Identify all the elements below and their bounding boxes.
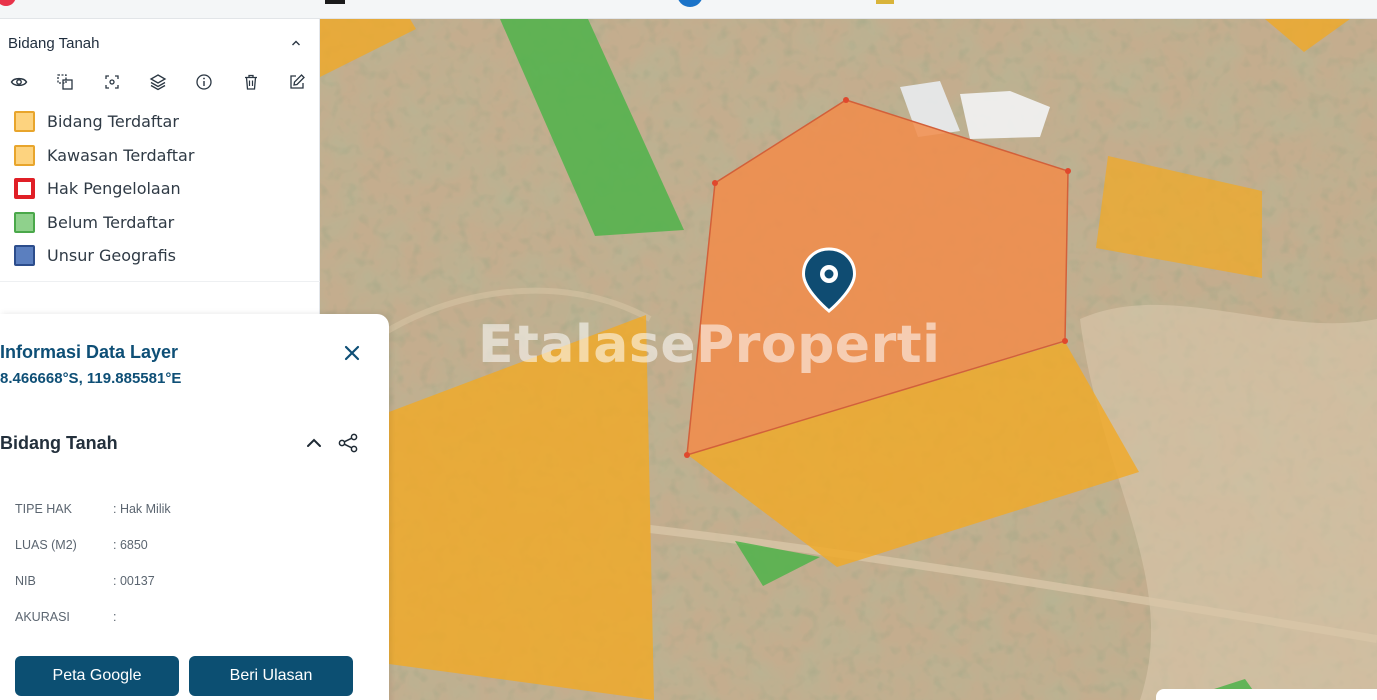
trash-icon[interactable]	[240, 71, 262, 93]
share-icon[interactable]	[337, 432, 359, 454]
legend-item-bidang-terdaftar[interactable]: Bidang Terdaftar	[14, 105, 304, 139]
legend-label: Hak Pengelolaan	[47, 179, 181, 199]
attribute-key: AKURASI	[15, 610, 70, 624]
chevron-up-icon[interactable]	[290, 37, 302, 49]
app-logo-icon[interactable]	[0, 0, 16, 6]
info-icon[interactable]	[193, 71, 215, 93]
legend-label: Kawasan Terdaftar	[47, 145, 195, 165]
layer-toolbar	[8, 71, 308, 95]
layer-panel-title: Bidang Tanah	[8, 35, 100, 52]
legend-label: Unsur Geografis	[47, 246, 176, 266]
close-icon[interactable]	[341, 342, 363, 364]
legend-label: Bidang Terdaftar	[47, 112, 179, 132]
attribute-value: : 00137	[113, 574, 155, 588]
attribute-value: :	[113, 610, 117, 624]
attribute-value: : 6850	[113, 538, 148, 552]
chevron-up-icon[interactable]	[303, 432, 325, 454]
top-bar	[0, 0, 1377, 19]
tab-icon-yellow[interactable]	[876, 0, 894, 4]
legend-item-hak-pengelolaan[interactable]: Hak Pengelolaan	[14, 172, 304, 206]
layer-panel-header[interactable]: Bidang Tanah	[8, 35, 308, 57]
parcel-vertex[interactable]	[684, 452, 690, 458]
tab-icon-blue[interactable]	[677, 0, 703, 7]
map-corner-widget[interactable]	[1156, 689, 1377, 700]
parcel-vertex[interactable]	[843, 97, 849, 103]
review-button[interactable]: Beri Ulasan	[189, 656, 353, 696]
legend-item-unsur-geografis[interactable]: Unsur Geografis	[14, 239, 304, 273]
attribute-key: LUAS (M2)	[15, 538, 77, 552]
attribute-value: : Hak Milik	[113, 502, 171, 516]
layer-legend: Bidang Terdaftar Kawasan Terdaftar Hak P…	[14, 105, 304, 273]
panel-divider	[0, 281, 320, 282]
focus-icon[interactable]	[101, 71, 123, 93]
legend-swatch	[14, 144, 35, 166]
parcel-vertex[interactable]	[1062, 338, 1068, 344]
info-coordinates: 8.466668°S, 119.885581°E	[0, 370, 182, 387]
legend-swatch	[14, 245, 35, 267]
attribute-key: TIPE HAK	[15, 502, 72, 516]
legend-swatch	[14, 178, 35, 200]
edit-icon[interactable]	[286, 71, 308, 93]
legend-item-belum-terdaftar[interactable]: Belum Terdaftar	[14, 206, 304, 240]
legend-item-kawasan-terdaftar[interactable]: Kawasan Terdaftar	[14, 139, 304, 173]
legend-swatch	[14, 211, 35, 233]
copy-frame-icon[interactable]	[54, 71, 76, 93]
eye-icon[interactable]	[8, 71, 30, 93]
google-maps-button[interactable]: Peta Google	[15, 656, 179, 696]
section-title: Bidang Tanah	[0, 433, 118, 453]
info-card: Informasi Data Layer 8.466668°S, 119.885…	[0, 314, 389, 700]
map-view[interactable]: EtalaseProperti	[320, 19, 1377, 700]
layers-icon[interactable]	[147, 71, 169, 93]
attribute-key: NIB	[15, 574, 36, 588]
legend-swatch	[14, 111, 35, 133]
parcel-vertex[interactable]	[1065, 168, 1071, 174]
parcel-vertex[interactable]	[712, 180, 718, 186]
tab-icon-dark[interactable]	[325, 0, 345, 4]
info-title: Informasi Data Layer	[0, 342, 179, 362]
legend-label: Belum Terdaftar	[47, 212, 175, 232]
top-bar-icons	[0, 0, 894, 7]
watermark: EtalaseProperti	[478, 315, 941, 375]
location-pin-icon[interactable]	[802, 247, 856, 313]
